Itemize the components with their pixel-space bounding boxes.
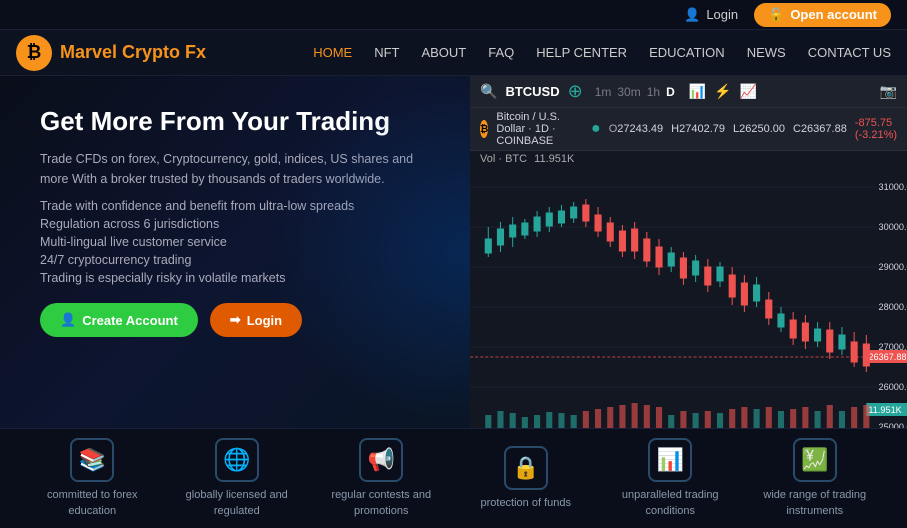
svg-text:26367.88: 26367.88 (868, 352, 906, 362)
nav-nft[interactable]: NFT (374, 45, 399, 60)
login-label: Login (706, 7, 738, 22)
search-icon: 🔍 (480, 83, 497, 100)
footer-item-1: 🌐 globally licensed and regulated (167, 438, 307, 519)
login-link[interactable]: 👤 Login (684, 7, 738, 23)
footer-item-4: 📊 unparalleled trading conditions (600, 438, 740, 519)
hero-section: Get More From Your Trading Trade CFDs on… (0, 76, 470, 428)
logo: ₿ Marvel Crypto Fx (16, 35, 206, 71)
footer-item-0: 📚 committed to forex education (22, 438, 162, 519)
contests-icon: 📢 (359, 438, 403, 482)
globally-licensed-icon: 🌐 (215, 438, 259, 482)
open-account-label: Open account (790, 7, 877, 22)
feature-3: Multi-lingual live customer service (40, 233, 440, 251)
footer-item-3: 🔒 protection of funds (456, 446, 596, 511)
main-nav: ₿ Marvel Crypto Fx HOME NFT ABOUT FAQ HE… (0, 30, 907, 76)
vol-label: Vol · BTC (480, 153, 527, 165)
ohlc-low: L26250.00 (733, 123, 785, 135)
tf-1h[interactable]: 1h (647, 85, 660, 99)
ohlc-close: C26367.88 (793, 123, 847, 135)
svg-text:29000.00: 29000.00 (879, 262, 907, 272)
svg-text:25000.00: 25000.00 (879, 422, 907, 428)
hero-buttons: 👤 Create Account ➡ Login (40, 303, 440, 337)
nav-news[interactable]: NEWS (747, 45, 786, 60)
chart-header: 🔍 BTCUSD ⊕ 1m 30m 1h D 📊 ⚡ 📈 📷 (470, 76, 907, 108)
svg-text:31000.00: 31000.00 (879, 182, 907, 192)
chart-info-row: ₿ Bitcoin / U.S. Dollar · 1D · COINBASE … (470, 108, 907, 151)
chart-canvas: 31000.00 30000.00 29000.00 28000.00 2700… (470, 167, 907, 428)
pair-name: Bitcoin / U.S. Dollar · 1D · COINBASE (496, 111, 583, 147)
nav-help-center[interactable]: HELP CENTER (536, 45, 627, 60)
feature-5: Trading is especially risky in volatile … (40, 269, 440, 287)
arrow-icon: ➡ (230, 312, 241, 328)
vol-row: Vol · BTC 11.951K (470, 151, 907, 167)
bitcoin-icon: ₿ (480, 120, 488, 138)
nav-education[interactable]: EDUCATION (649, 45, 725, 60)
person-icon: 👤 (60, 312, 76, 328)
feature-1: Trade with confidence and benefit from u… (40, 197, 440, 215)
svg-text:11.951K: 11.951K (868, 405, 901, 415)
top-bar: 👤 Login 🔓 Open account (0, 0, 907, 30)
svg-text:26000.00: 26000.00 (879, 382, 907, 392)
footer-item-2: 📢 regular contests and promotions (311, 438, 451, 519)
camera-icon[interactable]: 📷 (880, 83, 897, 100)
status-dot: ● (591, 120, 601, 138)
nav-contact[interactable]: CONTACT US (808, 45, 891, 60)
logo-text: Marvel Crypto Fx (60, 42, 206, 63)
tf-d[interactable]: D (666, 85, 675, 99)
footer-text-5: wide range of trading instruments (745, 488, 885, 519)
hero-description: Trade CFDs on forex, Cryptocurrency, gol… (40, 149, 440, 189)
trading-conditions-icon: 📊 (648, 438, 692, 482)
nav-about[interactable]: ABOUT (421, 45, 466, 60)
svg-text:28000.00: 28000.00 (879, 302, 907, 312)
plus-icon[interactable]: ⊕ (568, 81, 583, 102)
footer-text-0: committed to forex education (22, 488, 162, 519)
footer-text-3: protection of funds (480, 496, 571, 511)
candlestick-svg: 31000.00 30000.00 29000.00 28000.00 2700… (470, 167, 907, 428)
candle-icon[interactable]: ⚡ (714, 83, 731, 100)
chart-section: 🔍 BTCUSD ⊕ 1m 30m 1h D 📊 ⚡ 📈 📷 ₿ Bitcoin… (470, 76, 907, 428)
footer-item-5: 💹 wide range of trading instruments (745, 438, 885, 519)
logo-icon: ₿ (16, 35, 52, 71)
user-icon: 👤 (684, 7, 700, 23)
ohlc-high: H27402.79 (671, 123, 725, 135)
nav-home[interactable]: HOME (313, 45, 352, 60)
hero-login-button[interactable]: ➡ Login (210, 303, 302, 337)
open-account-button[interactable]: 🔓 Open account (754, 3, 891, 27)
feature-4: 24/7 cryptocurrency trading (40, 251, 440, 269)
nav-links: HOME NFT ABOUT FAQ HELP CENTER EDUCATION… (313, 45, 891, 60)
lock-icon: 🔓 (768, 7, 784, 23)
chart-timeframes: 1m 30m 1h D (595, 85, 675, 99)
feature-2: Regulation across 6 jurisdictions (40, 215, 440, 233)
footer-text-4: unparalleled trading conditions (600, 488, 740, 519)
chart-symbol[interactable]: BTCUSD (505, 84, 559, 99)
vol-value: 11.951K (534, 153, 574, 165)
price-change: -875.75 (-3.21%) (855, 117, 897, 141)
forex-education-icon: 📚 (70, 438, 114, 482)
main-content: Get More From Your Trading Trade CFDs on… (0, 76, 907, 428)
footer-text-2: regular contests and promotions (311, 488, 451, 519)
footer-text-1: globally licensed and regulated (167, 488, 307, 519)
instruments-icon: 💹 (793, 438, 837, 482)
line-chart-icon[interactable]: 📈 (740, 83, 757, 100)
hero-features: Trade with confidence and benefit from u… (40, 197, 440, 287)
hero-title: Get More From Your Trading (40, 106, 440, 137)
create-account-button[interactable]: 👤 Create Account (40, 303, 198, 337)
bar-chart-icon[interactable]: 📊 (689, 83, 706, 100)
ohlc-open: O27243.49 (609, 123, 663, 135)
svg-text:30000.00: 30000.00 (879, 222, 907, 232)
protection-icon: 🔒 (504, 446, 548, 490)
tf-30m[interactable]: 30m (617, 85, 640, 99)
nav-faq[interactable]: FAQ (488, 45, 514, 60)
tf-1m[interactable]: 1m (595, 85, 612, 99)
footer-icons: 📚 committed to forex education 🌐 globall… (0, 428, 907, 528)
